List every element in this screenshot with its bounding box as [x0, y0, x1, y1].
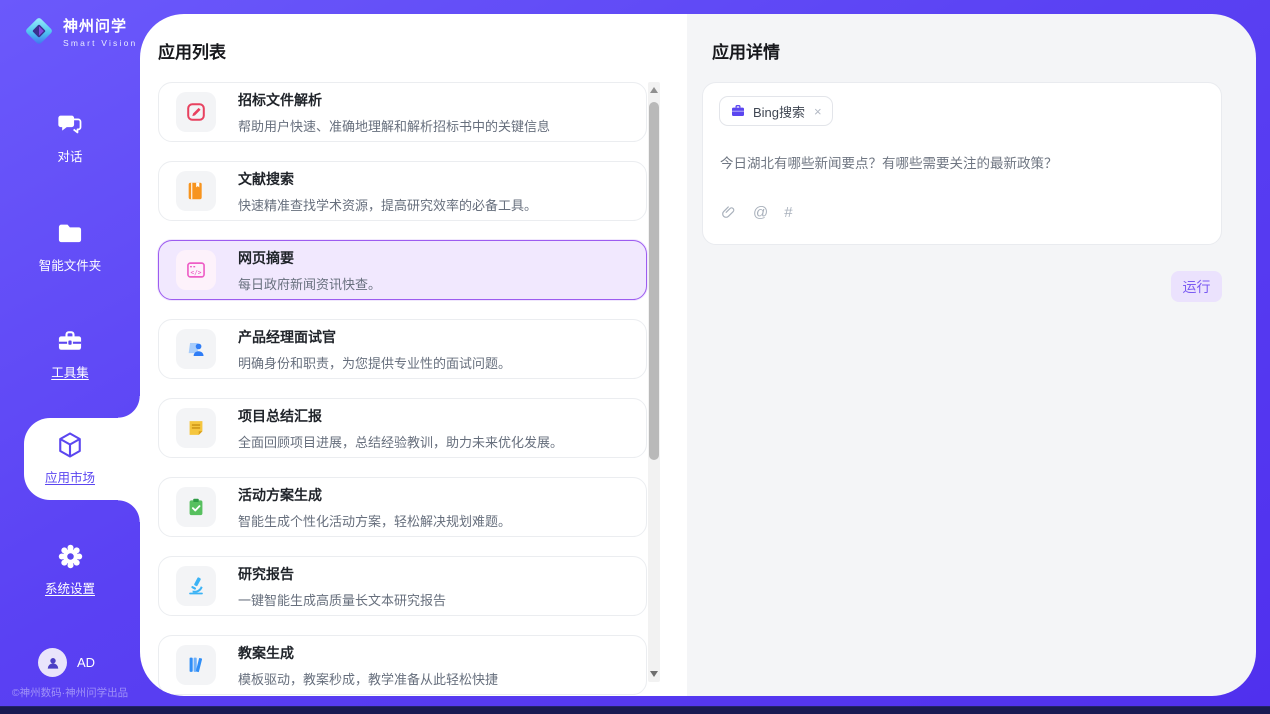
book-icon — [185, 180, 207, 202]
bottom-bar — [0, 706, 1270, 714]
app-name: 项目总结汇报 — [238, 406, 563, 426]
app-list-panel: 应用列表 招标文件解析 帮助用户快速、准确地理解和解析招标书中的关键信 — [140, 14, 687, 696]
clipboard-check-icon — [185, 496, 207, 518]
app-card-bid-analysis[interactable]: 招标文件解析 帮助用户快速、准确地理解和解析招标书中的关键信息 — [158, 82, 647, 142]
chat-icon — [56, 111, 84, 139]
app-card-event-plan[interactable]: 活动方案生成 智能生成个性化活动方案，轻松解决规划难题。 — [158, 477, 647, 537]
app-card-project-summary[interactable]: 项目总结汇报 全面回顾项目进展，总结经验教训，助力未来优化发展。 — [158, 398, 647, 458]
app-name: 活动方案生成 — [238, 485, 511, 505]
app-icon-badge — [176, 92, 216, 132]
app-name: 教案生成 — [238, 643, 498, 663]
microscope-icon — [185, 575, 207, 597]
app-name: 招标文件解析 — [238, 90, 550, 110]
hash-icon[interactable]: # — [784, 204, 792, 221]
sidebar: 神州问学 Smart Vision 对话 智能文件夹 — [0, 0, 140, 706]
app-description: 快速精准查找学术资源，提高研究效率的必备工具。 — [238, 195, 537, 214]
app-card-research-report[interactable]: 研究报告 一键智能生成高质量长文本研究报告 — [158, 556, 647, 616]
query-input-text[interactable]: 今日湖北有哪些新闻要点？有哪些需要关注的最新政策？ — [720, 152, 1200, 172]
sidebar-item-toolset[interactable]: 工具集 — [0, 327, 140, 381]
scroll-down-icon[interactable] — [650, 671, 658, 677]
paperclip-icon[interactable] — [720, 204, 737, 221]
tool-tag-bing-search[interactable]: Bing搜索 × — [719, 96, 833, 126]
content-area: 应用列表 招标文件解析 帮助用户快速、准确地理解和解析招标书中的关键信 — [140, 14, 1256, 696]
svg-text:</>: </> — [191, 269, 202, 276]
gear-icon — [56, 542, 85, 571]
scroll-up-icon[interactable] — [650, 87, 658, 93]
app-icon-badge: </> — [176, 250, 216, 290]
sidebar-item-label: 工具集 — [51, 362, 89, 381]
scrollbar-thumb[interactable] — [649, 102, 659, 460]
app-description: 明确身份和职责，为您提供专业性的面试问题。 — [238, 353, 511, 372]
browser-code-icon: </> — [185, 259, 207, 281]
close-icon[interactable]: × — [814, 104, 822, 119]
books-icon — [185, 654, 207, 676]
app-card-web-summary[interactable]: </> 网页摘要 每日政府新闻资讯快查。 — [158, 240, 647, 300]
app-description: 智能生成个性化活动方案，轻松解决规划难题。 — [238, 511, 511, 530]
app-icon-badge — [176, 329, 216, 369]
app-description: 模板驱动，教案秒成，教学准备从此轻松快捷 — [238, 669, 498, 688]
tool-tag-label: Bing搜索 — [753, 102, 805, 121]
app-name: 文献搜索 — [238, 169, 537, 189]
brand-logo: 神州问学 Smart Vision — [22, 14, 137, 48]
app-icon-badge — [176, 566, 216, 606]
app-icon-badge — [176, 408, 216, 448]
app-name: 产品经理面试官 — [238, 327, 511, 347]
sidebar-item-settings[interactable]: 系统设置 — [0, 542, 140, 597]
folder-icon — [56, 220, 84, 248]
sidebar-item-app-market[interactable]: 应用市场 — [0, 430, 140, 486]
app-icon-badge — [176, 171, 216, 211]
gem-diamond-icon — [22, 14, 56, 48]
app-list-title: 应用列表 — [158, 38, 226, 63]
app-description: 全面回顾项目进展，总结经验教训，助力未来优化发展。 — [238, 432, 563, 451]
app-description: 每日政府新闻资讯快查。 — [238, 274, 381, 293]
at-icon[interactable]: @ — [753, 204, 768, 221]
sidebar-item-label: 智能文件夹 — [39, 255, 102, 274]
composer-toolbar: @ # — [720, 204, 793, 221]
app-list-scrollbar[interactable] — [648, 82, 660, 682]
sidebar-item-label: 系统设置 — [45, 578, 95, 597]
app-card-list: 招标文件解析 帮助用户快速、准确地理解和解析招标书中的关键信息 — [158, 82, 647, 696]
pen-square-icon — [185, 101, 207, 123]
app-card-pm-interviewer[interactable]: 产品经理面试官 明确身份和职责，为您提供专业性的面试问题。 — [158, 319, 647, 379]
app-name: 网页摘要 — [238, 248, 381, 268]
user-name: AD — [77, 655, 95, 670]
app-description: 帮助用户快速、准确地理解和解析招标书中的关键信息 — [238, 116, 550, 135]
user-account[interactable]: AD — [38, 648, 95, 677]
sidebar-item-label: 应用市场 — [45, 467, 95, 486]
app-card-lesson-plan[interactable]: 教案生成 模板驱动，教案秒成，教学准备从此轻松快捷 — [158, 635, 647, 695]
app-window: 神州问学 Smart Vision 对话 智能文件夹 — [0, 0, 1270, 714]
app-icon-badge — [176, 487, 216, 527]
sidebar-item-label: 对话 — [57, 146, 82, 165]
cube-icon — [55, 430, 85, 460]
avatar — [38, 648, 67, 677]
app-icon-badge — [176, 645, 216, 685]
app-detail-panel: 应用详情 Bing搜索 × 今日湖北有哪些新闻要点？有哪些需要关注的最新政策？ — [687, 14, 1256, 696]
sidebar-item-smart-folder[interactable]: 智能文件夹 — [0, 220, 140, 274]
app-name: 研究报告 — [238, 564, 446, 584]
sidebar-item-chat[interactable]: 对话 — [0, 111, 140, 165]
app-card-literature-search[interactable]: 文献搜索 快速精准查找学术资源，提高研究效率的必备工具。 — [158, 161, 647, 221]
query-card[interactable]: Bing搜索 × 今日湖北有哪些新闻要点？有哪些需要关注的最新政策？ @ # — [702, 82, 1222, 245]
interviewer-icon — [185, 338, 207, 360]
copyright-text: ©神州数码·神州问学出品 — [0, 685, 140, 700]
brand-title: 神州问学 — [63, 15, 137, 36]
brand-subtitle: Smart Vision — [63, 38, 137, 48]
person-icon — [44, 654, 62, 672]
run-button[interactable]: 运行 — [1171, 271, 1222, 302]
app-description: 一键智能生成高质量长文本研究报告 — [238, 590, 446, 609]
toolbox-icon — [56, 327, 84, 355]
briefcase-icon — [730, 103, 746, 119]
app-detail-title: 应用详情 — [712, 38, 780, 63]
note-icon — [185, 417, 207, 439]
